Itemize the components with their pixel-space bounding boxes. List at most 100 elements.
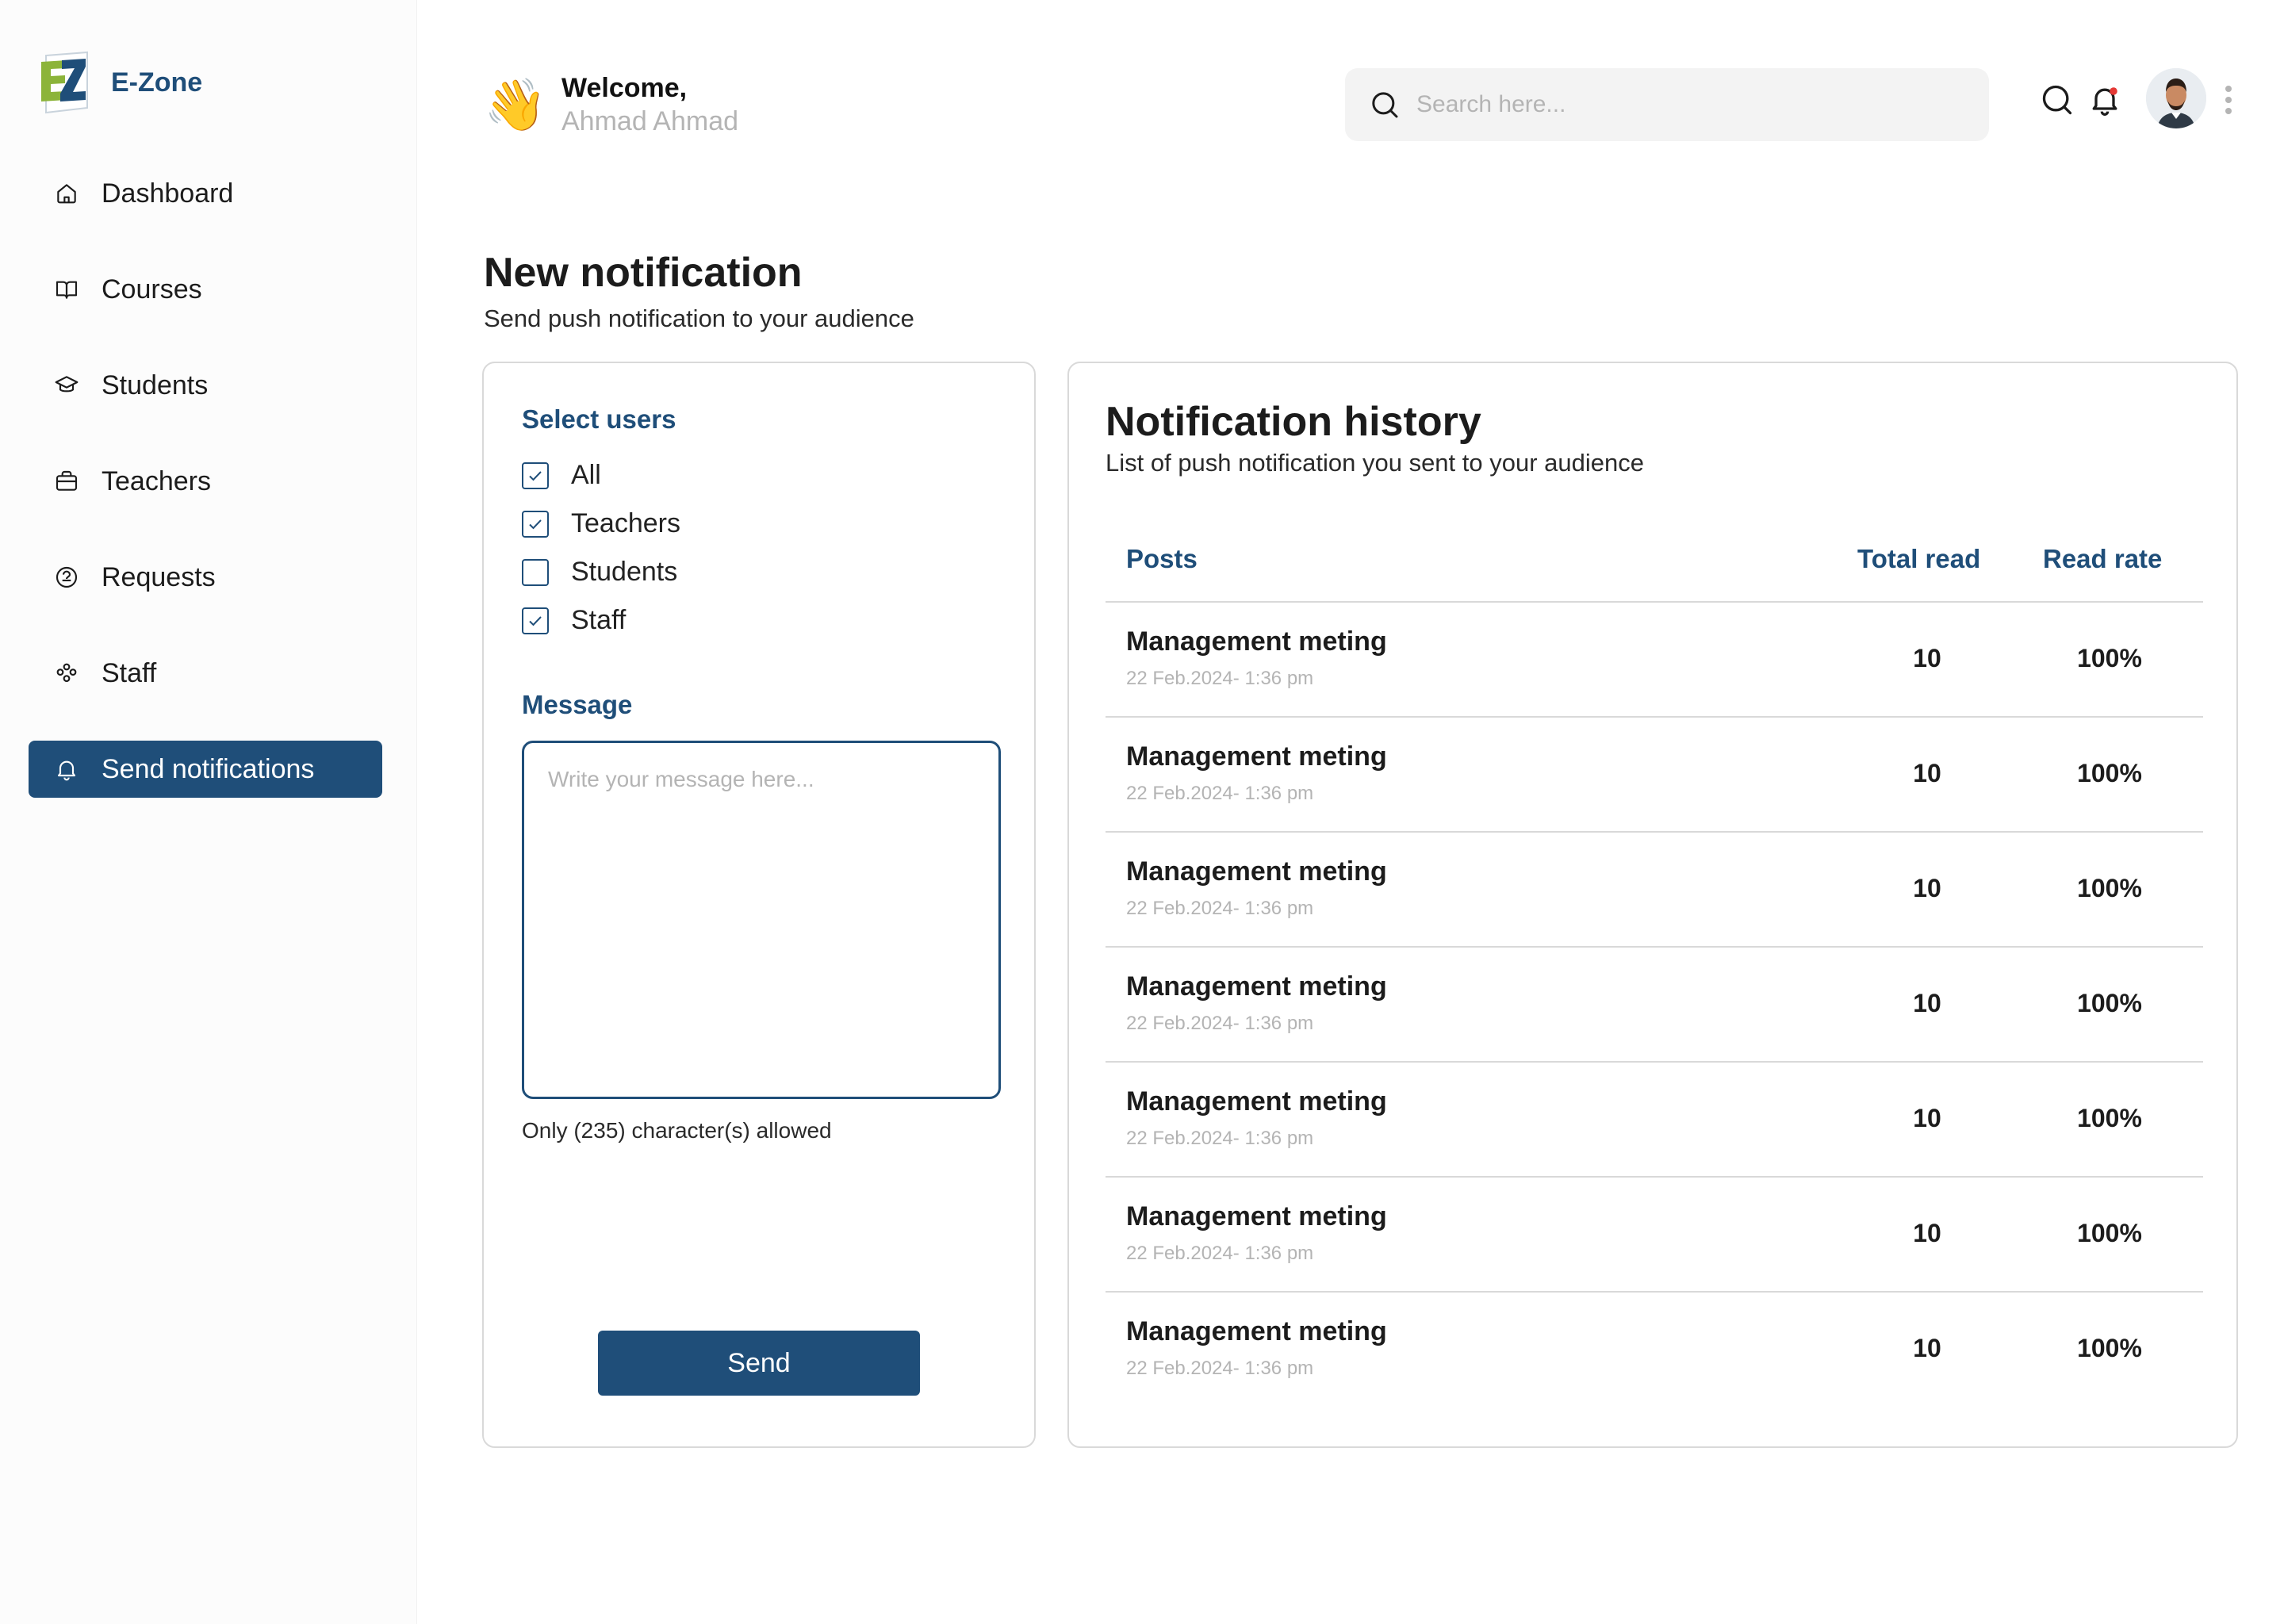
read-rate-value: 100%	[2077, 989, 2142, 1017]
checkmark-icon	[529, 519, 542, 529]
sidebar-item-label: Courses	[102, 274, 202, 304]
post-title: Management meting	[1126, 741, 1387, 772]
sidebar-item-send-notifications[interactable]: Send notifications	[29, 741, 382, 798]
history-table: Posts Total read Read rate Management me…	[1106, 522, 2203, 1408]
table-row[interactable]: Management meting 22 Feb.2024- 1:36 pm 1…	[1106, 1178, 2203, 1293]
bell-icon	[57, 760, 76, 781]
user-option-all[interactable]: All	[522, 460, 601, 491]
checkbox[interactable]	[522, 462, 549, 489]
sidebar-nav: Dashboard Courses Students Teachers Requ…	[29, 165, 382, 837]
post-date: 22 Feb.2024- 1:36 pm	[1126, 1358, 1314, 1379]
column-header-posts[interactable]: Posts	[1126, 544, 1198, 574]
user-avatar-icon	[2146, 68, 2206, 128]
sidebar-item-courses[interactable]: Courses	[29, 261, 382, 318]
read-rate-value: 100%	[2077, 1334, 2142, 1362]
message-textarea[interactable]	[522, 741, 1001, 1099]
history-subtitle: List of push notification you sent to yo…	[1106, 449, 1644, 477]
message-label: Message	[522, 690, 633, 719]
checkbox[interactable]	[522, 510, 549, 538]
select-users-label: Select users	[522, 404, 676, 434]
total-read-value: 10	[1913, 989, 1941, 1017]
history-title: Notification history	[1106, 399, 1481, 445]
user-option-staff[interactable]: Staff	[522, 605, 626, 636]
sidebar-item-label: Teachers	[102, 465, 211, 496]
post-title: Management meting	[1126, 1201, 1387, 1231]
option-label: Teachers	[571, 508, 680, 538]
page-subtitle: Send push notification to your audience	[484, 304, 914, 332]
search-icon	[1372, 92, 1398, 118]
requests-icon	[56, 566, 78, 588]
notification-bell-icon[interactable]	[2087, 82, 2122, 117]
column-header-total-read[interactable]: Total read	[1857, 544, 1980, 574]
sidebar-item-label: Requests	[102, 561, 216, 592]
welcome-user-name: Ahmad Ahmad	[561, 106, 739, 136]
table-header: Posts Total read Read rate	[1106, 522, 2203, 603]
briefcase-icon	[56, 470, 78, 491]
top-header: 👋 Welcome, Ahmad Ahmad	[417, 0, 2284, 151]
post-date: 22 Feb.2024- 1:36 pm	[1126, 783, 1314, 804]
checkbox[interactable]	[522, 607, 549, 634]
user-option-students[interactable]: Students	[522, 557, 677, 588]
read-rate-value: 100%	[2077, 1104, 2142, 1132]
wave-emoji: 👋	[484, 76, 547, 133]
search-input[interactable]	[1416, 91, 1972, 118]
user-option-teachers[interactable]: Teachers	[522, 508, 680, 539]
table-row[interactable]: Management meting 22 Feb.2024- 1:36 pm 1…	[1106, 1063, 2203, 1178]
post-date: 22 Feb.2024- 1:36 pm	[1126, 1013, 1314, 1034]
table-row[interactable]: Management meting 22 Feb.2024- 1:36 pm 1…	[1106, 603, 2203, 718]
post-title: Management meting	[1126, 971, 1387, 1002]
post-date: 22 Feb.2024- 1:36 pm	[1126, 1243, 1314, 1264]
total-read-value: 10	[1913, 759, 1941, 787]
app-root: E-Zone Dashboard Courses Students Teache…	[0, 0, 2284, 1624]
read-rate-value: 100%	[2077, 759, 2142, 787]
table-row[interactable]: Management meting 22 Feb.2024- 1:36 pm 1…	[1106, 833, 2203, 948]
sidebar-item-dashboard[interactable]: Dashboard	[29, 165, 382, 222]
post-title: Management meting	[1126, 1316, 1387, 1346]
ezone-logo-icon	[41, 51, 88, 114]
brand-name: E-Zone	[111, 67, 203, 98]
sidebar-item-teachers[interactable]: Teachers	[29, 453, 382, 510]
checkmark-icon	[529, 615, 542, 626]
brand[interactable]: E-Zone	[38, 51, 202, 114]
book-icon	[56, 281, 78, 299]
sidebar: E-Zone Dashboard Courses Students Teache…	[0, 0, 417, 1624]
table-row[interactable]: Management meting 22 Feb.2024- 1:36 pm 1…	[1106, 718, 2203, 833]
character-limit-note: Only (235) character(s) allowed	[522, 1118, 832, 1143]
total-read-value: 10	[1913, 1219, 1941, 1247]
kebab-menu-icon[interactable]	[2222, 82, 2235, 117]
read-rate-value: 100%	[2077, 644, 2142, 672]
notification-history-card: Notification history List of push notifi…	[1067, 362, 2238, 1448]
welcome-title: Welcome,	[561, 73, 688, 103]
post-date: 22 Feb.2024- 1:36 pm	[1126, 1128, 1314, 1149]
checkmark-icon	[529, 470, 542, 481]
checkbox[interactable]	[522, 558, 549, 586]
option-label: All	[571, 460, 601, 490]
sidebar-item-requests[interactable]: Requests	[29, 549, 382, 606]
post-date: 22 Feb.2024- 1:36 pm	[1126, 898, 1314, 919]
total-read-value: 10	[1913, 644, 1941, 672]
option-label: Students	[571, 557, 678, 587]
sidebar-item-staff[interactable]: Staff	[29, 645, 382, 702]
table-row[interactable]: Management meting 22 Feb.2024- 1:36 pm 1…	[1106, 1293, 2203, 1408]
search-icon[interactable]	[2040, 82, 2075, 117]
graduation-cap-icon	[55, 376, 79, 393]
read-rate-value: 100%	[2077, 1219, 2142, 1247]
column-header-read-rate[interactable]: Read rate	[2043, 544, 2162, 574]
sidebar-item-label: Staff	[102, 657, 157, 688]
table-row[interactable]: Management meting 22 Feb.2024- 1:36 pm 1…	[1106, 948, 2203, 1063]
sidebar-item-label: Send notifications	[102, 753, 315, 784]
home-icon	[57, 184, 76, 204]
new-notification-card: Select users All Teachers Students Staff…	[482, 362, 1036, 1448]
search-bar[interactable]	[1345, 68, 1989, 141]
option-label: Staff	[571, 605, 627, 635]
total-read-value: 10	[1913, 874, 1941, 902]
post-title: Management meting	[1126, 1086, 1387, 1116]
sidebar-item-label: Dashboard	[102, 178, 234, 209]
send-button[interactable]: Send	[598, 1331, 920, 1396]
sidebar-item-students[interactable]: Students	[29, 357, 382, 414]
sidebar-item-label: Students	[102, 370, 209, 400]
avatar[interactable]	[2146, 68, 2206, 128]
post-title: Management meting	[1126, 856, 1387, 887]
total-read-value: 10	[1913, 1104, 1941, 1132]
read-rate-value: 100%	[2077, 874, 2142, 902]
